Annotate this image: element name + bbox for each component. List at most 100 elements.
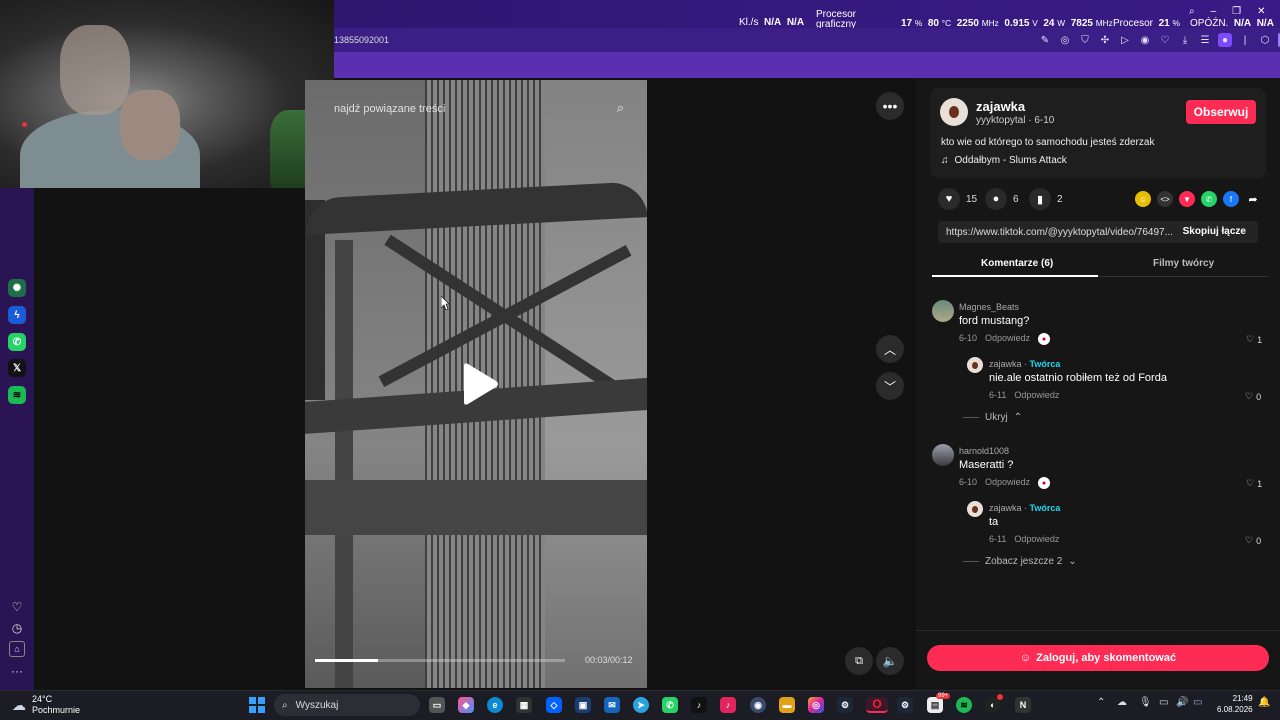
show-more-replies[interactable]: Zobacz jeszcze 2 ⌄	[963, 556, 1077, 567]
follow-button[interactable]: Obserwuj	[1186, 100, 1256, 124]
reply-like[interactable]: ♡ 0	[1245, 391, 1261, 402]
heart-outline-icon[interactable]: ♡	[1245, 391, 1253, 402]
reply-like[interactable]: ♡ 0	[1245, 535, 1261, 546]
messenger-icon[interactable]: ϟ	[8, 306, 26, 324]
app-circle-icon[interactable]: ◉	[750, 697, 766, 713]
windows-start-icon[interactable]	[249, 697, 265, 713]
opera-icon[interactable]: O	[866, 697, 888, 713]
comment-stat[interactable]: ● 6	[985, 188, 1019, 210]
author-name[interactable]: zajawka	[976, 99, 1025, 114]
camera-icon[interactable]: ◎	[1058, 33, 1072, 47]
task-view-icon[interactable]: ▭	[429, 697, 445, 713]
share-arrow-icon[interactable]: ➦	[1245, 191, 1261, 207]
monitor-icon[interactable]: ▭	[1159, 697, 1168, 708]
gift-icon[interactable]: ⌂	[9, 641, 25, 657]
video-link-field[interactable]: https://www.tiktok.com/@yyyktopytal/vide…	[938, 221, 1258, 243]
gift-icon[interactable]: ☺	[1135, 191, 1151, 207]
play-icon[interactable]	[460, 362, 500, 406]
edit-icon[interactable]: ✎	[1038, 33, 1052, 47]
weather-widget[interactable]: ☁ 24°C Pochmurnie	[12, 694, 80, 716]
comment-like[interactable]: ♡ 1	[1246, 478, 1262, 489]
profile-icon[interactable]: ●	[1218, 33, 1232, 47]
taskbar-search[interactable]: ⌕ Wyszukaj	[274, 694, 420, 716]
music-line[interactable]: ♫ Oddałbym - Slums Attack	[941, 155, 1067, 166]
system-clock[interactable]: 21:49 6.08.2026	[1217, 693, 1253, 715]
extension-icon[interactable]: ✣	[1098, 33, 1112, 47]
close-icon[interactable]: ✕	[1257, 6, 1265, 17]
heart-icon[interactable]: ♥	[938, 188, 960, 210]
facebook-icon[interactable]: f	[1223, 191, 1239, 207]
copy-link-button[interactable]: Skopiuj łącze	[1183, 226, 1246, 237]
commenter-avatar[interactable]	[932, 444, 954, 466]
folder-icon[interactable]: ▬	[779, 697, 795, 713]
battery-icon[interactable]: ▭	[1193, 697, 1202, 708]
menu-icon[interactable]: ☰	[1198, 33, 1212, 47]
x-icon[interactable]: 𝕏	[8, 359, 26, 377]
search-icon[interactable]: ⌕	[617, 100, 624, 116]
window-controls[interactable]: ⌕ – ❐ ✕	[1189, 6, 1266, 17]
show-more-label[interactable]: Zobacz jeszcze 2	[985, 556, 1062, 567]
reply-button[interactable]: Odpowiedz	[985, 477, 1030, 489]
more-options-icon[interactable]: •••	[876, 92, 904, 120]
notion-icon[interactable]: N	[1015, 697, 1031, 713]
download-icon[interactable]: ⤓	[1178, 33, 1192, 47]
music-title[interactable]: Oddałbym - Slums Attack	[955, 155, 1067, 166]
chatgpt-icon[interactable]: ✺	[8, 279, 26, 297]
comment-author[interactable]: Magnes_Beats	[959, 302, 1019, 312]
heart-outline-icon[interactable]: ♡	[1246, 478, 1254, 489]
embed-icon[interactable]: <>	[1157, 191, 1173, 207]
comment-author[interactable]: harnold1008	[959, 446, 1009, 456]
author-avatar[interactable]	[940, 98, 968, 126]
heart-outline-icon[interactable]: ♡	[1245, 535, 1253, 546]
hide-replies-label[interactable]: Ukryj	[985, 412, 1008, 423]
like-stat[interactable]: ♥ 15	[938, 188, 977, 210]
volume-icon[interactable]: 🔈	[876, 647, 904, 675]
reply-button[interactable]: Odpowiedz	[1014, 390, 1059, 400]
hide-replies-toggle[interactable]: Ukryj ⌃	[963, 412, 1022, 423]
comment-icon[interactable]: ●	[985, 188, 1007, 210]
minimize-icon[interactable]: –	[1211, 6, 1217, 17]
heart-icon[interactable]: ♡	[9, 599, 25, 615]
tiktok-studio-icon[interactable]: ♪	[720, 697, 736, 713]
tiktok-icon[interactable]: ♪	[691, 697, 707, 713]
box-icon[interactable]: ⬡	[1258, 33, 1272, 47]
notifications-icon[interactable]: 🔔	[1258, 697, 1270, 708]
tab-creator-videos[interactable]: Filmy twórcy	[1153, 258, 1214, 269]
mail-icon[interactable]: ✉	[604, 697, 620, 713]
heart-outline-icon[interactable]: ♡	[1246, 334, 1254, 345]
spotify-icon[interactable]: ≋	[8, 386, 26, 404]
reply-author[interactable]: zajawka · Twórca	[989, 503, 1060, 513]
microphone-icon[interactable]: 🎙	[1139, 697, 1152, 708]
whatsapp-taskbar-icon[interactable]: ✆	[662, 697, 678, 713]
reply-avatar[interactable]	[967, 501, 983, 517]
video-progress-bar[interactable]	[315, 659, 565, 662]
save-stat[interactable]: ▮ 2	[1029, 188, 1063, 210]
speaker-icon[interactable]: 🔊	[1176, 697, 1188, 708]
app-icon[interactable]: ▣	[575, 697, 591, 713]
login-to-comment-button[interactable]: ☺ Zaloguj, aby skomentować	[927, 645, 1269, 671]
edge-icon[interactable]: e	[487, 697, 503, 713]
related-search-input[interactable]: najdź powiązane treści ⌕	[334, 97, 634, 121]
camera-small-icon[interactable]: ◉	[1138, 33, 1152, 47]
reply-button[interactable]: Odpowiedz	[985, 333, 1030, 345]
commenter-avatar[interactable]	[932, 300, 954, 322]
maximize-icon[interactable]: ❐	[1232, 6, 1241, 17]
dropbox-icon[interactable]: ◇	[546, 697, 562, 713]
reaction-icon[interactable]: ●	[1038, 477, 1051, 489]
document-icon[interactable]: ▤	[927, 697, 943, 713]
store-icon[interactable]: ▦	[516, 697, 532, 713]
chevron-down-icon[interactable]: ﹀	[876, 372, 904, 400]
whatsapp-icon[interactable]: ✆	[8, 333, 26, 351]
steam-icon[interactable]: ⚙	[837, 697, 853, 713]
more-icon[interactable]: ···	[9, 663, 25, 679]
tray-app-icon[interactable]: ☁	[1117, 697, 1127, 708]
tab-comments[interactable]: Komentarze (6)	[981, 258, 1053, 269]
search-icon[interactable]: ⌕	[1189, 6, 1195, 17]
shield-icon[interactable]: ⛉	[1078, 33, 1092, 47]
chevron-up-icon[interactable]: ︿	[876, 335, 904, 363]
reply-avatar[interactable]	[967, 357, 983, 373]
tray-chevron-icon[interactable]: ⌃	[1097, 697, 1105, 708]
reaction-icon[interactable]: ●	[1038, 333, 1051, 345]
telegram-icon[interactable]: ➤	[633, 697, 649, 713]
comment-like[interactable]: ♡ 1	[1246, 334, 1262, 345]
